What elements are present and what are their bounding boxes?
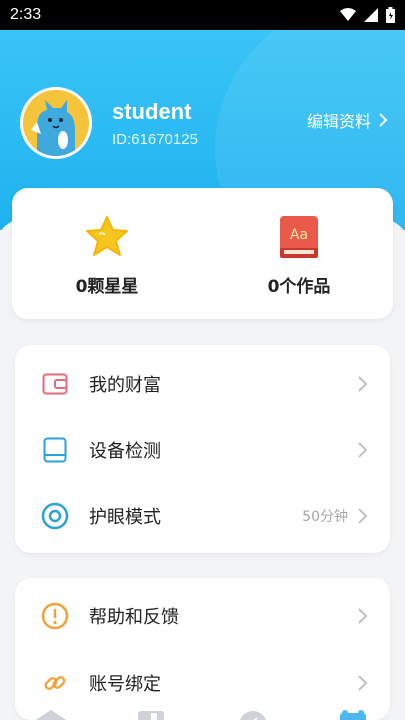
wallet-icon <box>41 370 69 398</box>
eye-icon <box>41 502 69 530</box>
chevron-right-icon <box>358 608 368 624</box>
menu-item-label: 我的财富 <box>89 375 161 396</box>
menu-item-help-feedback[interactable]: 帮助和反馈 <box>15 586 390 646</box>
svg-text:Aa: Aa <box>290 227 308 243</box>
menu-item-label: 设备检测 <box>89 441 161 462</box>
wifi-icon <box>340 8 356 21</box>
menu-card-secondary: 帮助和反馈 账号绑定 <box>15 578 390 720</box>
menu-item-device-check[interactable]: 设备检测 <box>15 420 390 480</box>
stat-stars-label: 0颗星星 <box>75 277 139 297</box>
eye-protection-duration: 50分钟 <box>302 509 348 525</box>
user-id: ID:61670125 <box>112 131 198 148</box>
chevron-right-icon <box>358 675 368 691</box>
status-time: 2:33 <box>10 6 42 23</box>
edit-profile-link[interactable]: 编辑资料 <box>307 108 387 132</box>
menu-item-label: 帮助和反馈 <box>89 607 179 628</box>
tablet-icon <box>41 436 69 464</box>
tab-library-icon[interactable] <box>138 711 164 720</box>
tab-home-icon[interactable] <box>34 710 68 720</box>
stats-card: 0颗星星 Aa 0个作品 <box>12 188 393 319</box>
menu-item-eye-protection[interactable]: 护眼模式 50分钟 <box>15 486 390 546</box>
tab-profile-icon[interactable] <box>340 710 366 720</box>
warning-icon <box>41 602 69 630</box>
status-bar: 2:33 <box>0 0 405 30</box>
status-icons <box>340 7 395 23</box>
battery-icon <box>386 7 395 23</box>
avatar[interactable] <box>20 87 92 159</box>
cat-mascot-icon <box>23 90 89 156</box>
stat-works[interactable]: Aa 0个作品 <box>214 214 384 297</box>
chevron-right-icon <box>358 376 368 392</box>
menu-card-primary: 我的财富 设备检测 护眼模式 50分钟 <box>15 345 390 553</box>
stat-stars[interactable]: 0颗星星 <box>22 214 192 297</box>
edit-profile-label: 编辑资料 <box>306 112 371 131</box>
stat-works-label: 0个作品 <box>267 277 331 297</box>
bottom-navigation <box>0 706 405 720</box>
menu-item-label: 账号绑定 <box>89 674 161 695</box>
tab-discover-icon[interactable] <box>239 711 267 720</box>
chevron-right-icon <box>358 442 368 458</box>
menu-item-account-binding[interactable]: 账号绑定 <box>15 653 390 713</box>
star-icon <box>86 216 128 256</box>
chevron-right-icon <box>379 113 387 127</box>
menu-item-label: 护眼模式 <box>89 507 161 528</box>
book-icon: Aa <box>280 216 318 258</box>
chevron-right-icon <box>358 508 368 524</box>
link-icon <box>41 669 69 697</box>
signal-icon <box>364 8 378 22</box>
menu-item-wealth[interactable]: 我的财富 <box>15 354 390 414</box>
username: student <box>112 99 192 124</box>
